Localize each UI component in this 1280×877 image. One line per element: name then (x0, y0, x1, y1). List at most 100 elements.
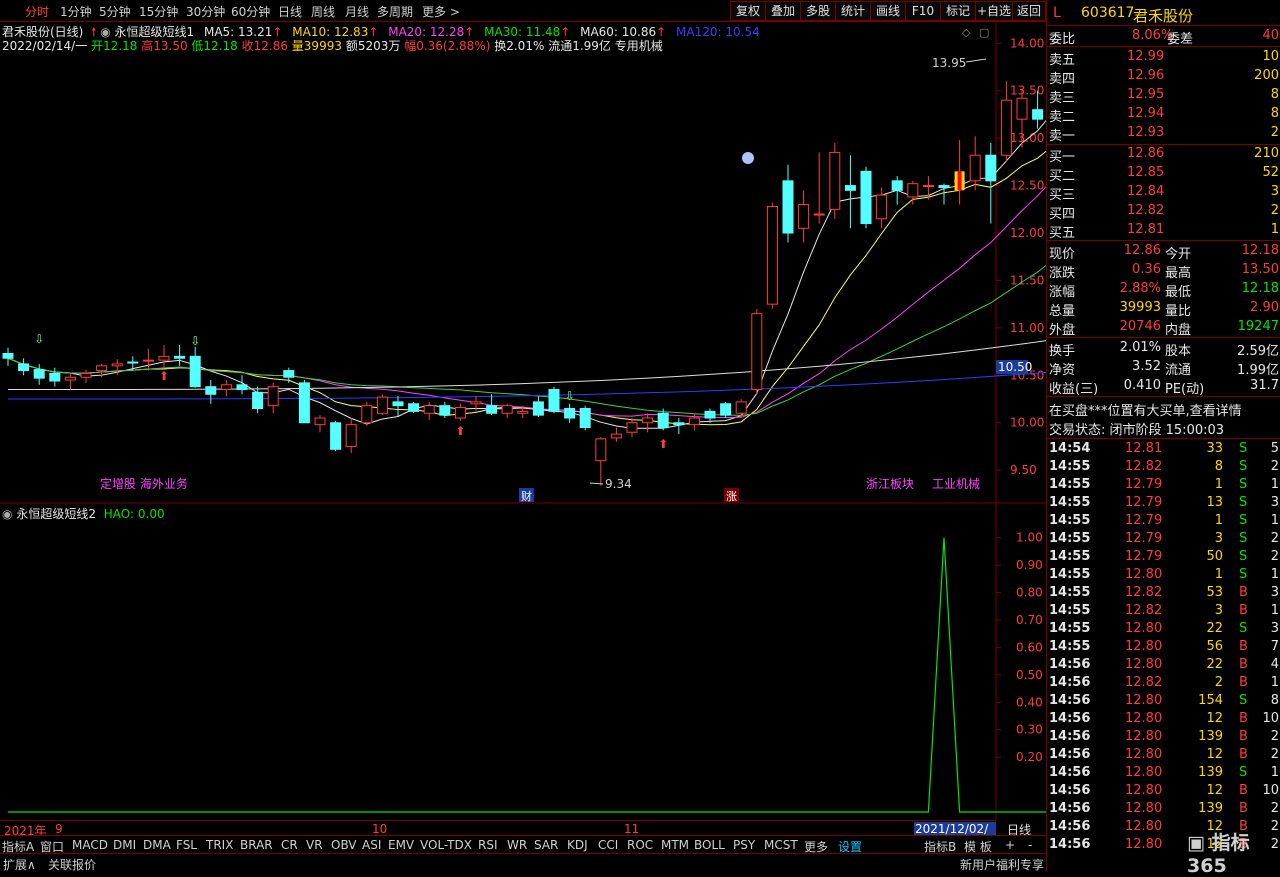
stat-row[interactable]: 涨幅 2.88% 最低 12.18 (1047, 281, 1280, 300)
candle-body (158, 355, 170, 361)
stat-row[interactable]: 总量 39993 量比 2.90 (1047, 300, 1280, 319)
tag-zhejiang[interactable]: 浙江板块 (866, 477, 914, 491)
tick-row[interactable]: 14:55 12.79 3 S 2 (1047, 531, 1280, 549)
sell-level-4[interactable]: 卖四 12.96 200 (1047, 68, 1280, 87)
button-statistics[interactable]: 统计 (835, 1, 871, 21)
tab-obv[interactable]: OBV (331, 838, 357, 852)
button-draw-line[interactable]: 画线 (870, 1, 906, 21)
tab-asi[interactable]: ASI (362, 838, 381, 852)
sell-level-5[interactable]: 卖五 12.99 10 (1047, 49, 1280, 68)
buy-level-1[interactable]: 买一 12.86 210 (1047, 146, 1280, 165)
stat-row[interactable]: 净资 3.52 流通 1.99亿 (1047, 359, 1280, 378)
tab-brar[interactable]: BRAR (240, 838, 273, 852)
candle-body (922, 185, 934, 188)
expand-icon[interactable]: ▢ (979, 26, 989, 39)
tick-row[interactable]: 14:55 12.79 1 S 1 (1047, 513, 1280, 531)
tick-row[interactable]: 14:56 12.80 22 B 4 (1047, 657, 1280, 675)
button-overlay[interactable]: 叠加 (765, 1, 801, 21)
zoom-out-button[interactable]: - (1028, 838, 1032, 852)
tab-emv[interactable]: EMV (388, 838, 414, 852)
tick-row[interactable]: 14:56 12.80 139 B 2 (1047, 729, 1280, 747)
tick-row[interactable]: 14:55 12.79 50 S 2 (1047, 549, 1280, 567)
buy-level-2[interactable]: 买二 12.85 52 (1047, 165, 1280, 184)
tab-multi-period[interactable]: 多周期 (377, 3, 413, 20)
big-order-notice[interactable]: 在买盘***位置有大买单,查看详情 (1047, 400, 1280, 419)
tick-row[interactable]: 14:56 12.80 139 B 2 (1047, 801, 1280, 819)
tick-row[interactable]: 14:55 12.82 8 S 2 (1047, 459, 1280, 477)
tab-daily[interactable]: 日线 (278, 3, 302, 20)
tab-fsl[interactable]: FSL (176, 838, 197, 852)
tab-more[interactable]: 更多 > (422, 3, 460, 20)
tab-cci[interactable]: CCI (598, 838, 618, 852)
button-fuquan[interactable]: 复权 (730, 1, 766, 21)
tab-vr[interactable]: VR (306, 838, 323, 852)
tab-wr[interactable]: WR (507, 838, 527, 852)
tick-row[interactable]: 14:55 12.80 1 S 1 (1047, 567, 1280, 585)
tab-boll[interactable]: BOLL (694, 838, 725, 852)
stat-row[interactable]: 涨跌 0.36 最高 13.50 (1047, 262, 1280, 281)
tab-mcst[interactable]: MCST (764, 838, 798, 852)
tab-cr[interactable]: CR (281, 838, 298, 852)
tick-row[interactable]: 14:55 12.79 13 S 3 (1047, 495, 1280, 513)
tab-sar[interactable]: SAR (534, 838, 558, 852)
tick-time: 14:56 (1049, 657, 1091, 672)
tick-row[interactable]: 14:56 12.80 154 S 8 (1047, 693, 1280, 711)
button-mark[interactable]: 标记 (940, 1, 976, 21)
tab-monthly[interactable]: 月线 (345, 3, 369, 20)
tick-row[interactable]: 14:55 12.79 1 S 1 (1047, 477, 1280, 495)
tab-30min[interactable]: 30分钟 (186, 3, 225, 20)
buy-level-3[interactable]: 买三 12.84 3 (1047, 184, 1280, 203)
tab-1min[interactable]: 1分钟 (60, 3, 92, 20)
stat-row[interactable]: 收益(三) 0.410 PE(动) 31.7 (1047, 378, 1280, 397)
candle-body (595, 438, 607, 462)
tag-industrial[interactable]: 工业机械 (932, 476, 980, 491)
tick-row[interactable]: 14:55 12.82 3 B 1 (1047, 603, 1280, 621)
indicator-tabs: 指标A 窗口 MACD DMI DMA FSL TRIX BRAR CR VR … (0, 835, 1046, 854)
tab-kdj[interactable]: KDJ (567, 838, 588, 852)
button-back[interactable]: 返回 (1012, 1, 1046, 21)
button-f10[interactable]: F10 (905, 1, 941, 21)
candlestick-chart[interactable]: 14.00 13.50 13.00 12.50 12.00 11.50 11.00 10.50… (0, 22, 1046, 504)
tick-row[interactable]: 14:56 12.80 12 B 10 (1047, 711, 1280, 729)
stat-row[interactable]: 外盘 20746 内盘 19247 (1047, 319, 1280, 338)
sell-level-1[interactable]: 卖一 12.93 2 (1047, 125, 1280, 144)
tab-dma[interactable]: DMA (143, 838, 171, 852)
diamond-icon[interactable]: ◇ (962, 26, 971, 39)
stat-row[interactable]: 换手 2.01% 股本 2.59亿 (1047, 340, 1280, 359)
tab-weekly[interactable]: 周线 (311, 3, 335, 20)
tick-row[interactable]: 14:55 12.80 56 B 7 (1047, 639, 1280, 657)
tab-15min[interactable]: 15分钟 (139, 3, 178, 20)
tab-trix[interactable]: TRIX (206, 838, 233, 852)
tick-row[interactable]: 14:55 12.82 53 B 3 (1047, 585, 1280, 603)
new-user-promo[interactable]: 新用户福利专享 (960, 856, 1044, 873)
tick-row[interactable]: 14:56 12.80 12 B 2 (1047, 747, 1280, 765)
tab-fenshi[interactable]: 分时 (25, 3, 49, 20)
button-add-watchlist[interactable]: +自选 (975, 1, 1013, 21)
tab-roc[interactable]: ROC (627, 838, 653, 852)
tick-row[interactable]: 14:56 12.82 2 B 1 (1047, 675, 1280, 693)
tab-vol-tdx[interactable]: VOL-TDX (420, 838, 472, 852)
tick-row[interactable]: 14:54 12.81 33 S 5 (1047, 441, 1280, 459)
tab-5min[interactable]: 5分钟 (99, 3, 131, 20)
buy-level-4[interactable]: 买四 12.82 2 (1047, 203, 1280, 222)
tick-row[interactable]: 14:55 12.80 22 S 3 (1047, 621, 1280, 639)
button-multi-stock[interactable]: 多股 (800, 1, 836, 21)
tab-60min[interactable]: 60分钟 (231, 3, 270, 20)
tab-mtm[interactable]: MTM (661, 838, 689, 852)
related-quotes-button[interactable]: 关联报价 (48, 856, 96, 873)
tab-psy[interactable]: PSY (733, 838, 755, 852)
buy-level-5[interactable]: 买五 12.81 1 (1047, 222, 1280, 241)
tab-dmi[interactable]: DMI (113, 838, 136, 852)
sell-level-2[interactable]: 卖二 12.94 8 (1047, 106, 1280, 125)
tick-price: 12.80 (1125, 783, 1163, 798)
zoom-in-button[interactable]: + (1005, 838, 1015, 852)
sell-level-3[interactable]: 卖三 12.95 8 (1047, 87, 1280, 106)
tag-left[interactable]: 定增股 海外业务 (100, 476, 188, 491)
stat-row[interactable]: 现价 12.86 今开 12.18 (1047, 243, 1280, 262)
sub-indicator-chart[interactable]: 1.00 0.90 0.80 0.70 0.60 0.50 0.40 0.30 0.20 (0, 504, 1046, 820)
tick-row[interactable]: 14:56 12.80 12 B 10 (1047, 783, 1280, 801)
tab-rsi[interactable]: RSI (478, 838, 498, 852)
tick-row[interactable]: 14:56 12.80 139 S 1 (1047, 765, 1280, 783)
tab-macd[interactable]: MACD (72, 838, 108, 852)
expand-button[interactable]: 扩展∧ (3, 856, 36, 873)
